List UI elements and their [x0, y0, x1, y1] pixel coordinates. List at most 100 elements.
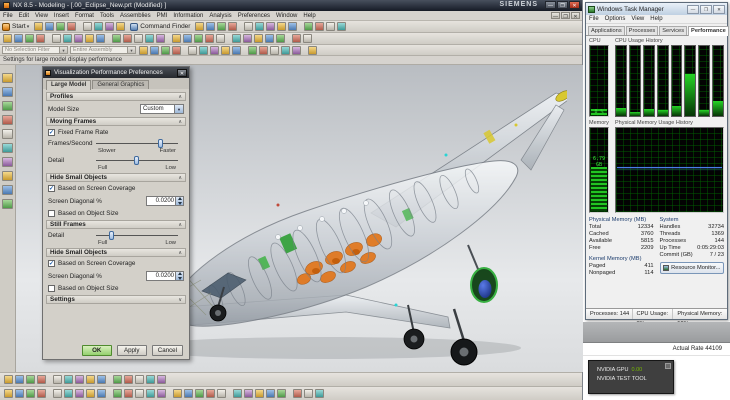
- toolbar-icon[interactable]: [315, 22, 325, 31]
- toolbar-icon[interactable]: [2, 129, 13, 139]
- moving-screen-coverage-checkbox[interactable]: ✓: [48, 185, 55, 192]
- toolbar-icon[interactable]: [67, 22, 77, 31]
- section-still-frames[interactable]: Still Frames ∧: [46, 220, 186, 229]
- menu-preferences[interactable]: Preferences: [235, 13, 273, 19]
- toolbar-icon[interactable]: [232, 34, 241, 43]
- toolbar-icon[interactable]: [173, 389, 182, 398]
- toolbar-icon[interactable]: [37, 375, 46, 384]
- toolbar-icon[interactable]: [145, 34, 154, 43]
- toolbar-icon[interactable]: [96, 34, 105, 43]
- toolbar-icon[interactable]: [64, 375, 73, 384]
- toolbar-icon[interactable]: [113, 375, 122, 384]
- toolbar-icon[interactable]: [195, 389, 204, 398]
- toolbar-icon[interactable]: [266, 389, 275, 398]
- fixed-frame-rate-checkbox[interactable]: ✓: [48, 129, 55, 136]
- toolbar-icon[interactable]: [248, 45, 257, 55]
- toolbar-icon[interactable]: [303, 34, 312, 43]
- moving-frames-collapse-icon[interactable]: ∧: [178, 119, 182, 125]
- toolbar-icon[interactable]: [254, 34, 263, 43]
- resource-monitor-button[interactable]: Resource Monitor...: [659, 262, 724, 274]
- toolbar-icon[interactable]: [146, 389, 155, 398]
- toolbar-icon[interactable]: [56, 22, 66, 31]
- tm-tab-services[interactable]: Services: [659, 26, 688, 35]
- toolbar-icon[interactable]: [86, 389, 95, 398]
- tm-menu-options[interactable]: Options: [602, 16, 629, 22]
- toolbar-icon[interactable]: [75, 375, 84, 384]
- toolbar-icon[interactable]: [94, 22, 104, 31]
- menu-edit[interactable]: Edit: [16, 13, 32, 19]
- toolbar-icon[interactable]: [97, 389, 106, 398]
- start-menu-button[interactable]: Start ▾: [2, 22, 29, 31]
- profiles-collapse-icon[interactable]: ∧: [178, 94, 182, 100]
- toolbar-icon[interactable]: [266, 22, 276, 31]
- toolbar-icon[interactable]: [2, 143, 13, 153]
- section-settings[interactable]: Settings ∨: [46, 295, 186, 304]
- toolbar-icon[interactable]: [135, 375, 144, 384]
- toolbar-icon[interactable]: [26, 389, 35, 398]
- tm-menu-help[interactable]: Help: [647, 16, 665, 22]
- section-hide-small-moving[interactable]: Hide Small Objects ∧: [46, 173, 186, 182]
- toolbar-icon[interactable]: [26, 375, 35, 384]
- toolbar-icon[interactable]: [146, 375, 155, 384]
- menu-window[interactable]: Window: [273, 13, 300, 19]
- toolbar-icon[interactable]: [2, 157, 13, 167]
- toolbar-icon[interactable]: [172, 45, 181, 55]
- toolbar-icon[interactable]: [244, 389, 253, 398]
- menu-assemblies[interactable]: Assemblies: [117, 13, 154, 19]
- toolbar-icon[interactable]: [4, 389, 13, 398]
- toolbar-icon[interactable]: [2, 73, 13, 83]
- toolbar-icon[interactable]: [281, 45, 290, 55]
- toolbar-icon[interactable]: [210, 45, 219, 55]
- toolbar-icon[interactable]: [116, 22, 126, 31]
- menu-pmi[interactable]: PMI: [154, 13, 171, 19]
- toolbar-icon[interactable]: [4, 375, 13, 384]
- toolbar-icon[interactable]: [255, 389, 264, 398]
- apply-button[interactable]: Apply: [116, 344, 147, 356]
- toolbar-icon[interactable]: [157, 375, 166, 384]
- toolbar-icon[interactable]: [85, 34, 94, 43]
- toolbar-icon[interactable]: [2, 115, 13, 125]
- toolbar-icon[interactable]: [112, 34, 121, 43]
- moving-screen-diagonal-spinner[interactable]: [175, 197, 183, 205]
- dialog-title-bar[interactable]: Visualization Performance Preferences ✕: [43, 67, 189, 78]
- hide-small-still-collapse-icon[interactable]: ∧: [178, 250, 182, 256]
- still-detail-slider[interactable]: [96, 230, 178, 240]
- toolbar-icon[interactable]: [304, 389, 313, 398]
- tab-large-model[interactable]: Large Model: [46, 80, 92, 90]
- settings-expand-icon[interactable]: ∨: [178, 297, 182, 303]
- toolbar-icon[interactable]: [244, 22, 254, 31]
- tm-menu-view[interactable]: View: [628, 16, 647, 22]
- tm-tab-applications[interactable]: Applications: [588, 26, 625, 35]
- toolbar-icon[interactable]: [276, 34, 285, 43]
- toolbar-icon[interactable]: [64, 389, 73, 398]
- toolbar-icon[interactable]: [217, 389, 226, 398]
- toolbar-icon[interactable]: [292, 34, 301, 43]
- toolbar-icon[interactable]: [277, 22, 287, 31]
- still-screen-coverage-checkbox[interactable]: ✓: [48, 260, 55, 267]
- tm-minimize-button[interactable]: —: [687, 4, 699, 14]
- toolbar-icon[interactable]: [206, 22, 216, 31]
- toolbar-icon[interactable]: [172, 34, 181, 43]
- tab-general-graphics[interactable]: General Graphics: [92, 80, 150, 89]
- toolbar-icon[interactable]: [194, 34, 203, 43]
- frames-per-second-slider[interactable]: [96, 138, 178, 148]
- toolbar-icon[interactable]: [337, 22, 347, 31]
- frames-per-second-slider-thumb[interactable]: [158, 138, 164, 148]
- toolbar-icon[interactable]: [86, 375, 95, 384]
- toolbar-icon[interactable]: [221, 45, 230, 55]
- moving-screen-diagonal-input[interactable]: 0.0200: [146, 196, 184, 206]
- command-finder-button[interactable]: Command Finder: [130, 22, 190, 31]
- model-size-combo[interactable]: Custom ▾: [140, 104, 184, 114]
- toolbar-icon[interactable]: [14, 34, 23, 43]
- toolbar-icon[interactable]: [293, 389, 302, 398]
- toolbar-icon[interactable]: [113, 389, 122, 398]
- section-profiles[interactable]: Profiles ∧: [46, 92, 186, 101]
- toolbar-icon[interactable]: [233, 389, 242, 398]
- toolbar-icon[interactable]: [199, 45, 208, 55]
- toolbar-icon[interactable]: [34, 22, 44, 31]
- toolbar-icon[interactable]: [304, 22, 314, 31]
- section-hide-small-still[interactable]: Hide Small Objects ∧: [46, 248, 186, 257]
- toolbar-icon[interactable]: [195, 22, 205, 31]
- toolbar-icon[interactable]: [161, 45, 170, 55]
- moving-detail-slider[interactable]: [96, 155, 178, 165]
